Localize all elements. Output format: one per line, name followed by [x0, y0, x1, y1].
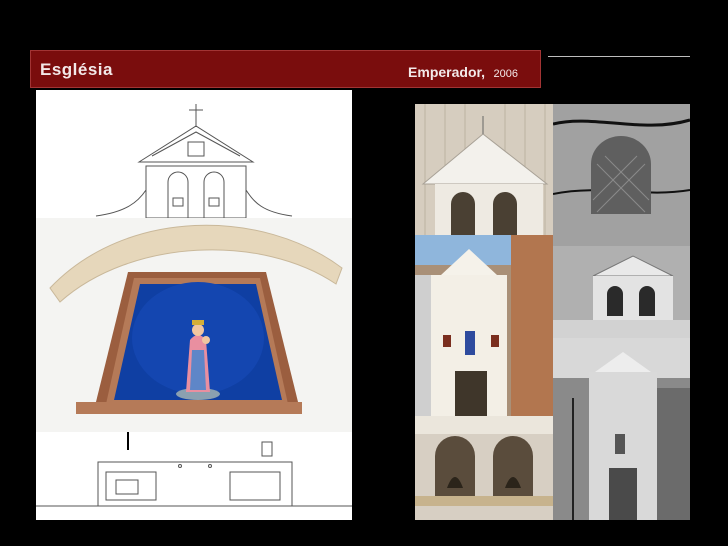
- top-decorative-line: [548, 56, 690, 57]
- year-label: 2006: [493, 68, 518, 80]
- belfry-bw-photo: [553, 246, 690, 338]
- church-street-bw-photo: [553, 338, 690, 520]
- facade-plan-drawing: [36, 432, 352, 520]
- bells-color-photo: [415, 416, 553, 520]
- window-lattice-bw-photo: [553, 104, 690, 246]
- belfry-elevation-drawing: [36, 90, 352, 218]
- niche-virgin-photo: [36, 218, 352, 432]
- slide-header: Església Emperador, 2006: [30, 50, 541, 88]
- location-label: Emperador,: [408, 64, 486, 80]
- slide-title: Església: [40, 60, 113, 79]
- belfry-photo-color-closeup: [415, 104, 553, 235]
- header-meta: Emperador, 2006: [408, 64, 518, 82]
- church-facade-color-photo: [415, 235, 553, 416]
